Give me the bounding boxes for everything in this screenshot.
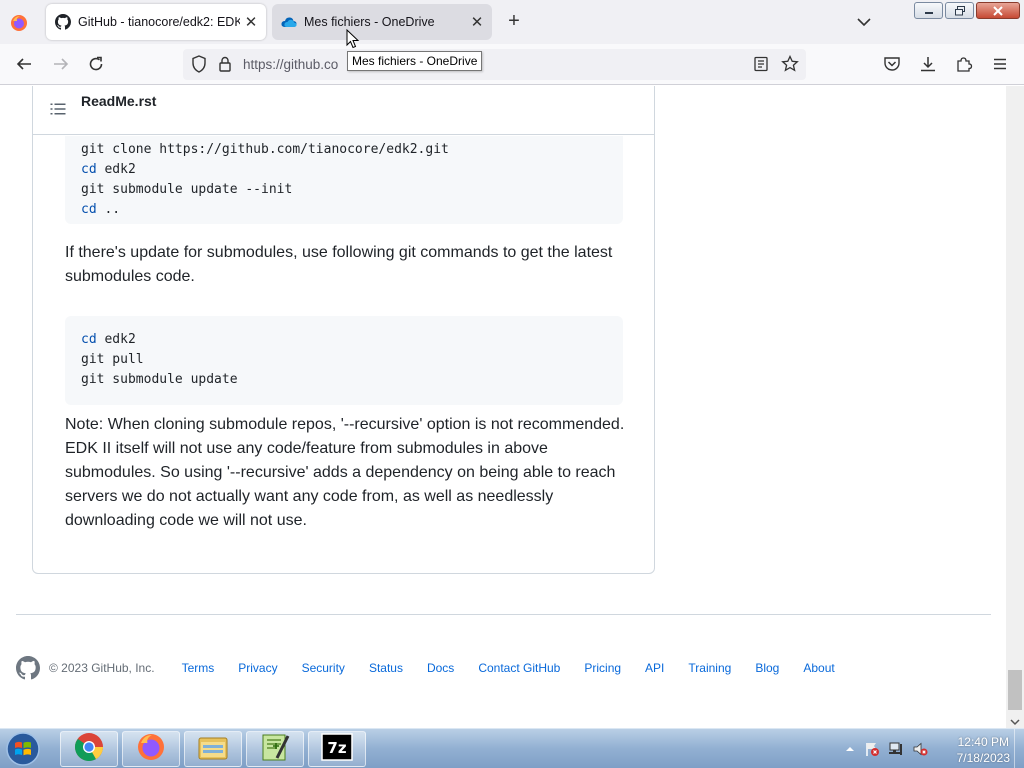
footer-link-privacy[interactable]: Privacy	[238, 661, 277, 675]
tracking-protection-icon[interactable]	[189, 54, 209, 74]
copyright-text: © 2023 GitHub, Inc.	[49, 661, 155, 675]
footer-link-about[interactable]: About	[803, 661, 834, 675]
taskbar-firefox[interactable]	[122, 731, 180, 767]
footer-link-blog[interactable]: Blog	[755, 661, 779, 675]
downloads-icon[interactable]	[918, 54, 938, 74]
code-line: git pull	[81, 352, 144, 367]
reload-icon[interactable]	[86, 54, 106, 74]
onedrive-icon	[281, 14, 297, 30]
restore-button[interactable]	[945, 2, 974, 19]
code-block: cd edk2 git pull git submodule update	[65, 316, 623, 405]
system-clock[interactable]: 12:40 PM 7/18/2023	[957, 734, 1010, 766]
forward-icon[interactable]	[51, 54, 71, 74]
readme-container: ReadMe.rst git clone https://github.com/…	[32, 86, 655, 574]
url-bar[interactable]: https://github.co	[183, 49, 806, 80]
folder-icon	[197, 732, 229, 767]
table-of-contents-icon[interactable]	[50, 101, 66, 117]
url-text: https://github.co	[243, 57, 339, 72]
code-line: git submodule update --init	[81, 182, 293, 197]
minimize-button[interactable]	[914, 2, 943, 19]
github-logo-icon[interactable]	[16, 656, 40, 680]
bookmark-star-icon[interactable]	[780, 54, 800, 74]
page-content: ReadMe.rst git clone https://github.com/…	[0, 86, 1006, 728]
code-block: git clone https://github.com/tianocore/e…	[65, 136, 623, 224]
code-line: cd ..	[81, 202, 121, 217]
tab-title: Mes fichiers - OneDrive	[304, 15, 435, 29]
system-tray	[840, 729, 932, 768]
clock-time: 12:40 PM	[957, 735, 1009, 749]
footer-link-status[interactable]: Status	[369, 661, 403, 675]
code-line: git submodule update	[81, 372, 238, 387]
scroll-down-arrow-icon[interactable]	[1010, 714, 1020, 726]
footer-link-docs[interactable]: Docs	[427, 661, 454, 675]
footer-link-api[interactable]: API	[645, 661, 664, 675]
network-icon[interactable]	[884, 741, 908, 757]
7zip-icon: 7z	[321, 732, 353, 767]
navigation-toolbar: https://github.co	[0, 44, 1024, 85]
site-footer: © 2023 GitHub, Inc. Terms Privacy Securi…	[16, 656, 859, 680]
code-line: cd edk2	[81, 332, 136, 347]
app-menu-icon[interactable]	[990, 54, 1010, 74]
footer-link-contact[interactable]: Contact GitHub	[478, 661, 560, 675]
close-tab-icon[interactable]: ✕	[240, 11, 262, 33]
start-button[interactable]	[4, 730, 44, 768]
back-icon[interactable]	[14, 54, 34, 74]
show-desktop-button[interactable]	[1014, 729, 1024, 768]
tab-tooltip: Mes fichiers - OneDrive	[347, 51, 483, 71]
pocket-icon[interactable]	[882, 54, 902, 74]
code-line: cd edk2	[81, 162, 136, 177]
show-hidden-icons-icon[interactable]	[840, 745, 860, 753]
reader-view-icon[interactable]	[751, 54, 771, 74]
readme-filename[interactable]: ReadMe.rst	[81, 93, 156, 109]
volume-muted-icon[interactable]	[908, 741, 932, 757]
window-controls	[914, 2, 1020, 19]
readme-paragraph: Note: When cloning submodule repos, '--r…	[65, 416, 625, 529]
notepad-plus-plus-icon	[259, 732, 291, 767]
tab-github[interactable]: GitHub - tianocore/edk2: EDK II ✕	[46, 4, 266, 40]
action-center-flag-icon[interactable]	[860, 741, 884, 757]
list-all-tabs-icon[interactable]	[855, 13, 873, 31]
tab-strip: GitHub - tianocore/edk2: EDK II ✕ Mes fi…	[0, 0, 1024, 44]
clock-date: 7/18/2023	[956, 751, 1010, 765]
tab-title: GitHub - tianocore/edk2: EDK II	[78, 15, 240, 29]
footer-link-security[interactable]: Security	[302, 661, 345, 675]
mouse-cursor-icon	[346, 28, 360, 49]
new-tab-button[interactable]: +	[504, 11, 524, 32]
footer-link-training[interactable]: Training	[688, 661, 731, 675]
github-icon	[55, 14, 71, 30]
chrome-icon	[74, 732, 104, 767]
scrollbar-thumb[interactable]	[1008, 670, 1022, 710]
tab-onedrive[interactable]: Mes fichiers - OneDrive ✕	[272, 4, 492, 40]
taskbar-7zip[interactable]: 7z	[308, 731, 366, 767]
taskbar-notepad-plus-plus[interactable]	[246, 731, 304, 767]
taskbar-chrome[interactable]	[60, 731, 118, 767]
extensions-icon[interactable]	[954, 54, 974, 74]
page-scrollbar[interactable]	[1006, 86, 1024, 728]
windows-taskbar: 7z 12:40 PM 7/18/2023	[0, 728, 1024, 768]
footer-divider	[16, 614, 991, 615]
taskbar-file-explorer[interactable]	[184, 731, 242, 767]
footer-link-pricing[interactable]: Pricing	[584, 661, 621, 675]
footer-link-terms[interactable]: Terms	[182, 661, 215, 675]
firefox-menu-icon[interactable]	[10, 14, 28, 32]
readme-header: ReadMe.rst	[33, 86, 654, 135]
close-window-button[interactable]	[976, 2, 1020, 19]
code-line: git clone https://github.com/tianocore/e…	[81, 142, 449, 157]
close-tab-icon[interactable]: ✕	[466, 11, 488, 33]
firefox-icon	[136, 732, 166, 767]
readme-paragraph: If there's update for submodules, use fo…	[65, 244, 613, 285]
lock-icon[interactable]	[215, 54, 235, 74]
svg-text:7z: 7z	[327, 739, 346, 757]
